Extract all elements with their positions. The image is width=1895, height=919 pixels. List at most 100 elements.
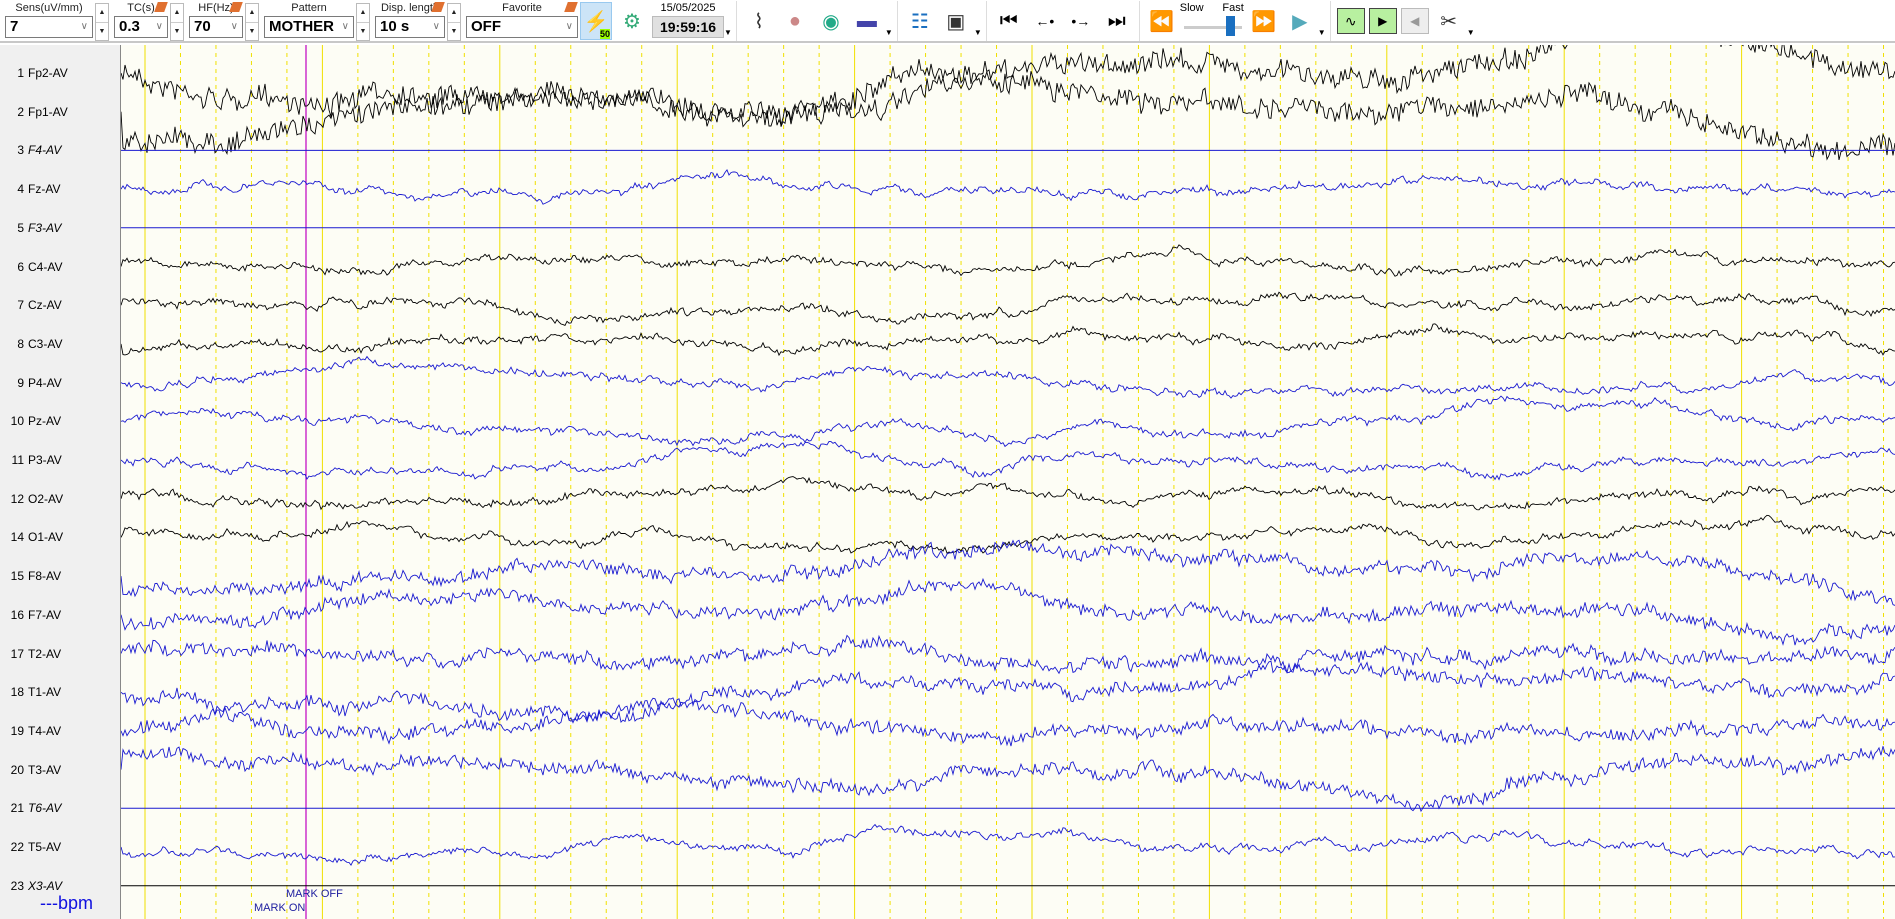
favorite-value: OFF (471, 18, 501, 35)
chevron-down-icon: ∨ (230, 21, 238, 32)
channel-label[interactable]: 15 F8-AV (0, 568, 120, 584)
channel-number: 6 (17, 259, 24, 274)
dropdown-arrow-icon[interactable]: ▼ (724, 28, 732, 37)
channel-label[interactable]: 8 C3-AV (0, 336, 120, 352)
go-to-start-icon[interactable]: ⏮ (993, 2, 1025, 40)
speed-slider[interactable]: Slow Fast (1180, 0, 1246, 43)
tc-value: 0.3 (119, 18, 140, 35)
channel-label[interactable]: 6 C4-AV (0, 259, 120, 275)
topography-icon[interactable]: ◉ (815, 2, 847, 40)
channel-label[interactable]: 2 Fp1-AV (0, 104, 120, 120)
dropdown-arrow-icon[interactable]: ▼ (1467, 28, 1475, 37)
hf-select[interactable]: 70 ∨ (189, 16, 243, 38)
head-map-icon[interactable]: ● (779, 2, 811, 40)
sens-stepper[interactable]: ▲ ▼ (95, 3, 109, 42)
dropdown-arrow-icon[interactable]: ▼ (885, 28, 893, 37)
channel-label[interactable]: 21 T6-AV (0, 800, 120, 816)
chevron-down-icon: ∨ (80, 21, 88, 32)
channel-label[interactable]: 1 Fp2-AV (0, 65, 120, 81)
event-trace-icon[interactable]: ∿ (1336, 8, 1365, 34)
eeg-trace-pz-av (121, 395, 1895, 448)
dropdown-arrow-icon[interactable]: ▼ (974, 28, 982, 37)
pattern-select[interactable]: MOTHER ∨ (264, 16, 354, 38)
speed-thumb[interactable] (1226, 16, 1236, 36)
disp-length-select[interactable]: 10 s ∨ (375, 16, 445, 38)
channel-label[interactable]: 14 O1-AV (0, 529, 120, 545)
video-play-icon[interactable]: ▣ (940, 2, 972, 40)
eeg-trace-t5-av (121, 823, 1895, 866)
step-back-icon[interactable]: ←• (1029, 2, 1061, 40)
clip-cut-icon[interactable]: ✂ (1433, 2, 1465, 40)
hf-value: 70 (194, 18, 211, 35)
channel-number: 23 (10, 878, 24, 893)
pattern-label: Pattern (291, 2, 327, 14)
eeg-trace-o2-av (121, 476, 1895, 511)
channel-number: 19 (10, 723, 24, 738)
channel-label-panel: 1 Fp2-AV 2 Fp1-AV 3 F4-AV 4 Fz-AV 5 F3-AV 6 C4-AV 7 C… (0, 45, 121, 919)
patient-info-icon[interactable]: ☷ (904, 2, 936, 40)
channel-number: 8 (17, 336, 24, 351)
eeg-trace-f7-av (121, 577, 1895, 646)
go-to-end-icon[interactable]: ⏭ (1101, 2, 1133, 40)
channel-name: T3-AV (28, 762, 62, 777)
channel-number: 2 (17, 104, 24, 119)
time-display[interactable]: 19:59:16 (652, 16, 724, 38)
channel-label[interactable]: 4 Fz-AV (0, 181, 120, 197)
channel-label[interactable]: 12 O2-AV (0, 491, 120, 507)
channel-number: 10 (10, 414, 24, 429)
channel-number: 5 (17, 220, 24, 235)
channel-label[interactable]: 20 T3-AV (0, 762, 120, 778)
disp-length-stepper[interactable]: ▲ ▼ (447, 3, 461, 42)
play-icon[interactable]: ▶ (1284, 2, 1316, 40)
channel-name: F7-AV (28, 607, 62, 622)
hf-stepper[interactable]: ▲ ▼ (245, 3, 259, 42)
pattern-value: MOTHER (269, 18, 334, 35)
channel-number: 4 (17, 182, 24, 197)
sens-select[interactable]: 7 ∨ (5, 16, 93, 38)
favorite-select[interactable]: OFF ∨ (466, 16, 578, 38)
eeg-trace-area[interactable]: MARK OFF MARK ON (121, 45, 1895, 919)
channel-label[interactable]: 9 P4-AV (0, 375, 120, 391)
eeg-trace-t3-av (121, 746, 1895, 813)
channel-label[interactable]: 10 Pz-AV (0, 413, 120, 429)
channel-number: 14 (10, 530, 24, 545)
channel-number: 1 (17, 66, 24, 80)
notch-filter-button[interactable]: ⚡ 50 (580, 2, 612, 40)
channel-label[interactable]: 16 F7-AV (0, 607, 120, 623)
montage-settings-icon[interactable]: ⚙ (616, 2, 648, 40)
channel-label[interactable]: 7 Cz-AV (0, 297, 120, 313)
channel-label[interactable]: 22 T5-AV (0, 839, 120, 855)
channel-number: 21 (10, 801, 24, 816)
eeg-trace-p3-av (121, 441, 1895, 481)
pattern-stepper[interactable]: ▲ ▼ (356, 3, 370, 42)
eeg-trace-fp2-av (121, 45, 1895, 127)
channel-label[interactable]: 17 T2-AV (0, 646, 120, 662)
tc-select[interactable]: 0.3 ∨ (114, 16, 168, 38)
channel-name: T6-AV (28, 801, 62, 816)
channel-label[interactable]: 11 P3-AV (0, 452, 120, 468)
favorite-label: Favorite (502, 2, 542, 14)
channel-name: T5-AV (28, 840, 62, 854)
chevron-down-icon: ∨ (432, 21, 440, 32)
speed-fast-label: Fast (1222, 2, 1244, 14)
waveform-marker-icon[interactable]: ⌇ (743, 2, 775, 40)
channel-name: F8-AV (28, 569, 62, 584)
channel-label[interactable]: 3 F4-AV (0, 142, 120, 158)
mark-back-icon[interactable]: ◀ (1400, 8, 1429, 34)
channel-name: P4-AV (28, 375, 62, 390)
channel-label[interactable]: 18 T1-AV (0, 684, 120, 700)
fast-forward-icon[interactable]: ⏩ (1248, 2, 1280, 40)
channel-number: 12 (10, 491, 24, 506)
eeg-traces (121, 45, 1895, 919)
rewind-icon[interactable]: ⏪ (1146, 2, 1178, 40)
hf-control: HF(Hz) 70 ∨ (189, 0, 243, 43)
channel-name: T1-AV (28, 685, 62, 700)
mark-forward-icon[interactable]: ▶ (1368, 8, 1397, 34)
channel-label[interactable]: 23 X3-AV (0, 878, 120, 894)
channel-label[interactable]: 19 T4-AV (0, 723, 120, 739)
channel-label[interactable]: 5 F3-AV (0, 220, 120, 236)
tc-stepper[interactable]: ▲ ▼ (170, 3, 184, 42)
step-forward-icon[interactable]: •→ (1065, 2, 1097, 40)
dropdown-arrow-icon[interactable]: ▼ (1318, 28, 1326, 37)
spectrum-icon[interactable]: ▬ (851, 2, 883, 40)
